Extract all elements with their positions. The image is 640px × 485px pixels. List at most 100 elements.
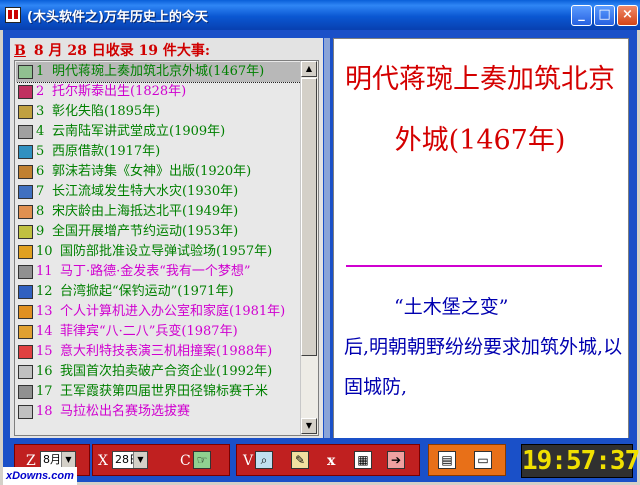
event-text: 明代蒋琬上奏加筑北京外城(1467年) — [52, 64, 265, 79]
event-category-icon — [18, 365, 33, 379]
day-select[interactable]: 28日 ▼ — [112, 451, 148, 469]
c-label: C — [180, 453, 191, 469]
detail-body: “土木堡之变” 后,明朝朝野纷纷要求加筑外城,以固城防, — [344, 287, 624, 407]
event-list-items: 1 明代蒋琬上奏加筑北京外城(1467年) 2 托尔斯泰出生(1828年) 3 彰化失陷(… — [16, 62, 303, 434]
event-text: 马拉松出名赛场选拔赛 — [60, 404, 191, 419]
event-list-item[interactable]: 6 郭沫若诗集《女神》出版(1920年) — [16, 162, 303, 182]
event-text: 托尔斯泰出生(1828年) — [52, 84, 187, 99]
event-text: 宋庆龄由上海抵达北平(1949年) — [52, 204, 239, 219]
event-list-item[interactable]: 3 彰化失陷(1895年) — [16, 102, 303, 122]
event-category-icon — [18, 105, 33, 119]
event-category-icon — [18, 385, 33, 399]
event-category-icon — [18, 205, 33, 219]
vertical-scrollbar[interactable]: ▲ ▼ — [300, 61, 318, 435]
event-category-icon — [18, 305, 33, 319]
event-category-icon — [18, 185, 33, 199]
event-number: 1 — [36, 64, 45, 79]
event-list-item[interactable]: 7 长江流域发生特大水灾(1930年) — [16, 182, 303, 202]
event-list-item[interactable]: 8 宋庆龄由上海抵达北平(1949年) — [16, 202, 303, 222]
event-number: 2 — [36, 84, 45, 99]
event-list-item[interactable]: 9 全国开展增产节约运动(1953年) — [16, 222, 303, 242]
book-icon[interactable]: ▭ — [474, 451, 492, 469]
pointer-icon[interactable]: ☞ — [193, 451, 211, 469]
event-category-icon — [18, 145, 33, 159]
event-number: 5 — [36, 144, 45, 159]
event-list-item[interactable]: 16 我国首次拍卖破产合资企业(1992年) — [16, 362, 303, 382]
event-number: 14 — [36, 324, 53, 339]
watermark-logo: xDowns.com — [3, 467, 77, 485]
edit-icon[interactable]: ✎ — [291, 451, 309, 469]
event-detail-panel: 明代蒋琬上奏加筑北京外城(1467年) “土木堡之变” 后,明朝朝野纷纷要求加筑… — [333, 38, 629, 440]
event-text: 全国开展增产节约运动(1953年) — [52, 224, 239, 239]
event-list-item[interactable]: 1 明代蒋琬上奏加筑北京外城(1467年) — [16, 62, 303, 83]
event-text: 我国首次拍卖破产合资企业(1992年) — [60, 364, 273, 379]
export-icon[interactable]: ➔ — [387, 451, 405, 469]
event-text: 菲律宾“八·二八”兵变(1987年) — [60, 324, 238, 339]
event-list-item[interactable]: 14 菲律宾“八·二八”兵变(1987年) — [16, 322, 303, 342]
event-list-item[interactable]: 10 国防部批准设立导弹试验场(1957年) — [16, 242, 303, 262]
event-text: 国防部批准设立导弹试验场(1957年) — [60, 244, 273, 259]
event-text: 彰化失陷(1895年) — [52, 104, 161, 119]
event-count-header: B 8 月 28 日收录 19 件大事: — [14, 40, 210, 60]
scroll-down-arrow-icon[interactable]: ▼ — [301, 418, 317, 434]
event-category-icon — [18, 245, 33, 259]
event-list-item[interactable]: 4 云南陆军讲武堂成立(1909年) — [16, 122, 303, 142]
event-category-icon — [18, 405, 33, 419]
event-list-item[interactable]: 11 马丁·路德·金发表“我有一个梦想” — [16, 262, 303, 282]
event-category-icon — [18, 265, 33, 279]
event-number: 8 — [36, 204, 45, 219]
event-number: 16 — [36, 364, 53, 379]
close-button[interactable]: × — [617, 5, 638, 26]
event-list-item[interactable]: 13 个人计算机进入办公室和家庭(1981年) — [16, 302, 303, 322]
event-list-item[interactable]: 17 王军霞获第四届世界田径锦标赛千米 — [16, 382, 303, 402]
event-text: 长江流域发生特大水灾(1930年) — [52, 184, 239, 199]
event-list[interactable]: 1 明代蒋琬上奏加筑北京外城(1467年) 2 托尔斯泰出生(1828年) 3 彰化失陷(… — [14, 60, 319, 436]
event-text: 台湾掀起“保钓运动”(1971年) — [60, 284, 234, 299]
detail-divider — [346, 265, 602, 267]
event-category-icon — [18, 65, 33, 79]
event-number: 17 — [36, 384, 53, 399]
event-list-item[interactable]: 5 西原借款(1917年) — [16, 142, 303, 162]
print-icon[interactable]: ▤ — [438, 451, 456, 469]
event-text: 个人计算机进入办公室和家庭(1981年) — [60, 304, 286, 319]
search-icon[interactable]: ⌕ — [255, 451, 273, 469]
event-list-item[interactable]: 2 托尔斯泰出生(1828年) — [16, 82, 303, 102]
window-title: (木头软件之)万年历史上的今天 — [27, 10, 208, 25]
calendar-icon[interactable]: ▦ — [354, 451, 372, 469]
event-list-item[interactable]: 15 意大利特技表演三机相撞案(1988年) — [16, 342, 303, 362]
event-category-icon — [18, 225, 33, 239]
dropdown-arrow-icon[interactable]: ▼ — [133, 452, 147, 468]
app-book-icon[interactable] — [5, 7, 21, 23]
detail-body-text: 后,明朝朝野纷纷要求加筑外城,以固城防, — [344, 336, 623, 398]
v-label: V — [243, 453, 254, 469]
event-list-item[interactable]: 18 马拉松出名赛场选拔赛 — [16, 402, 303, 422]
event-category-icon — [18, 85, 33, 99]
digital-clock: 19:57:37 — [521, 444, 640, 478]
header-badge: B — [14, 43, 26, 59]
scrollbar-thumb[interactable] — [301, 78, 317, 356]
event-category-icon — [18, 125, 33, 139]
event-text: 云南陆军讲武堂成立(1909年) — [52, 124, 226, 139]
event-category-icon — [18, 285, 33, 299]
scroll-up-arrow-icon[interactable]: ▲ — [301, 61, 317, 77]
event-list-item[interactable]: 12 台湾掀起“保钓运动”(1971年) — [16, 282, 303, 302]
header-text: 8 月 28 日收录 19 件大事: — [33, 43, 211, 59]
minimize-button[interactable]: _ — [571, 5, 592, 26]
event-text: 西原借款(1917年) — [52, 144, 161, 159]
event-category-icon — [18, 165, 33, 179]
event-number: 12 — [36, 284, 53, 299]
panel-splitter[interactable] — [324, 38, 330, 440]
event-text: 郭沫若诗集《女神》出版(1920年) — [52, 164, 252, 179]
event-number: 15 — [36, 344, 53, 359]
dropdown-arrow-icon[interactable]: ▼ — [61, 452, 75, 468]
title-bar: (木头软件之)万年历史上的今天 _ □ × — [0, 0, 640, 30]
event-text: 马丁·路德·金发表“我有一个梦想” — [60, 264, 251, 279]
event-number: 13 — [36, 304, 53, 319]
x-label: X — [98, 453, 108, 469]
event-category-icon — [18, 325, 33, 339]
detail-body-line-1: “土木堡之变” — [394, 296, 509, 318]
event-number: 18 — [36, 404, 53, 419]
delete-icon[interactable]: x — [327, 453, 335, 469]
maximize-button[interactable]: □ — [594, 5, 615, 26]
event-number: 3 — [36, 104, 45, 119]
